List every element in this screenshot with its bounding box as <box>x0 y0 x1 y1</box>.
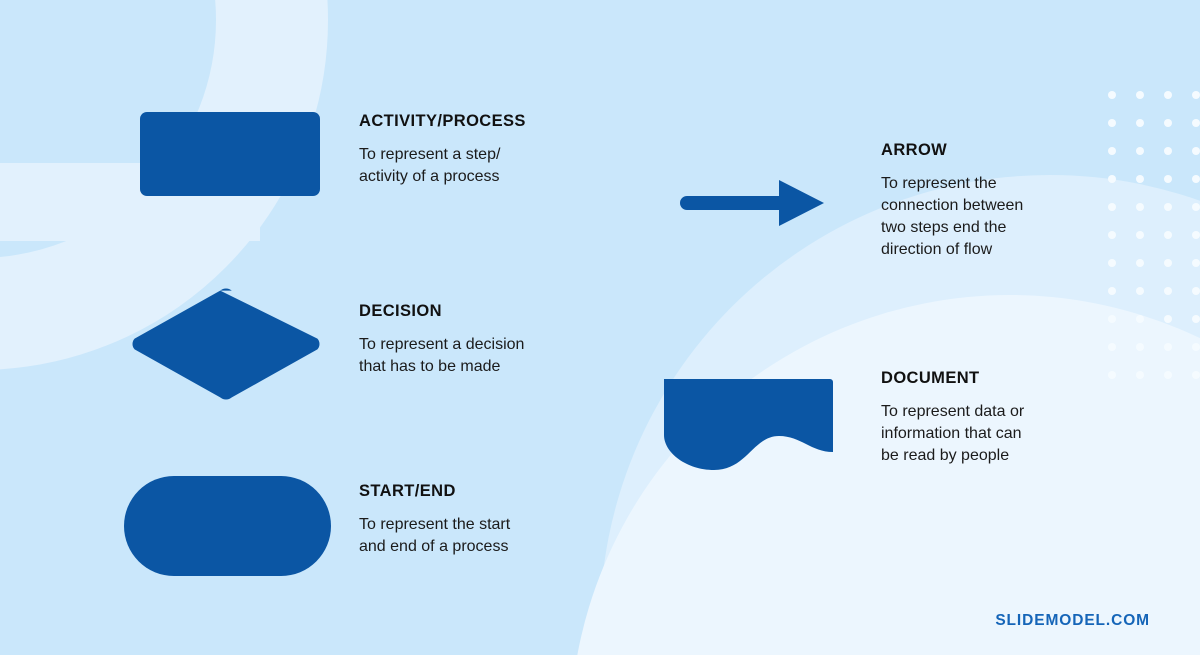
grid-dot <box>1136 343 1144 351</box>
shape-arrow <box>679 178 825 228</box>
legend-title-start-end: START/END <box>359 482 456 500</box>
grid-dot <box>1164 287 1172 295</box>
grid-dot <box>1164 315 1172 323</box>
grid-dot <box>1192 287 1200 295</box>
legend-title-decision: DECISION <box>359 302 442 320</box>
grid-dot <box>1108 315 1116 323</box>
grid-dot <box>1192 343 1200 351</box>
grid-dot <box>1164 231 1172 239</box>
legend-item-decision: DECISION To represent a decision that ha… <box>359 302 609 378</box>
legend-title-activity: ACTIVITY/PROCESS <box>359 112 526 130</box>
grid-dot <box>1164 343 1172 351</box>
legend-item-activity: ACTIVITY/PROCESS To represent a step/ ac… <box>359 112 609 188</box>
legend-description-arrow: To represent the connection between two … <box>881 175 1024 259</box>
grid-dot <box>1136 231 1144 239</box>
grid-dot <box>1108 287 1116 295</box>
shape-rectangle-activity <box>140 112 320 196</box>
shape-document <box>661 379 833 470</box>
grid-dot <box>1192 147 1200 155</box>
legend-title-document: DOCUMENT <box>881 369 980 387</box>
legend-item-arrow: ARROW To represent the connection betwee… <box>881 141 1131 261</box>
brand-watermark: SLIDEMODEL.COM <box>995 612 1150 629</box>
grid-dot <box>1192 175 1200 183</box>
grid-dot <box>1164 259 1172 267</box>
grid-dot <box>1108 91 1116 99</box>
grid-dot <box>1108 119 1116 127</box>
grid-dot <box>1136 259 1144 267</box>
legend-description-decision: To represent a decision that has to be m… <box>359 336 525 376</box>
grid-dot <box>1192 259 1200 267</box>
grid-dot <box>1164 175 1172 183</box>
grid-dot <box>1192 119 1200 127</box>
grid-dot <box>1192 91 1200 99</box>
legend-item-start-end: START/END To represent the start and end… <box>359 482 609 558</box>
grid-dot <box>1136 175 1144 183</box>
grid-dot <box>1192 371 1200 379</box>
grid-dot <box>1164 147 1172 155</box>
legend-description-document: To represent data or information that ca… <box>881 403 1025 465</box>
shape-stadium-start-end <box>124 476 331 576</box>
grid-dot <box>1192 203 1200 211</box>
grid-dot <box>1136 147 1144 155</box>
grid-dot <box>1136 371 1144 379</box>
slide-canvas: ACTIVITY/PROCESS To represent a step/ ac… <box>0 0 1200 655</box>
grid-dot <box>1108 343 1116 351</box>
legend-title-arrow: ARROW <box>881 141 948 159</box>
grid-dot <box>1136 91 1144 99</box>
legend-description-activity: To represent a step/ activity of a proce… <box>359 146 501 186</box>
grid-dot <box>1164 371 1172 379</box>
grid-dot <box>1136 315 1144 323</box>
legend-description-start-end: To represent the start and end of a proc… <box>359 516 511 556</box>
grid-dot <box>1164 91 1172 99</box>
grid-dot <box>1164 203 1172 211</box>
grid-dot <box>1192 315 1200 323</box>
grid-dot <box>1136 203 1144 211</box>
grid-dot <box>1164 119 1172 127</box>
grid-dot <box>1136 119 1144 127</box>
grid-dot <box>1136 287 1144 295</box>
grid-dot <box>1192 231 1200 239</box>
legend-item-document: DOCUMENT To represent data or informatio… <box>881 369 1131 467</box>
shape-diamond-decision <box>132 288 320 400</box>
decor-arc-bottom-right-inner <box>570 295 1200 655</box>
